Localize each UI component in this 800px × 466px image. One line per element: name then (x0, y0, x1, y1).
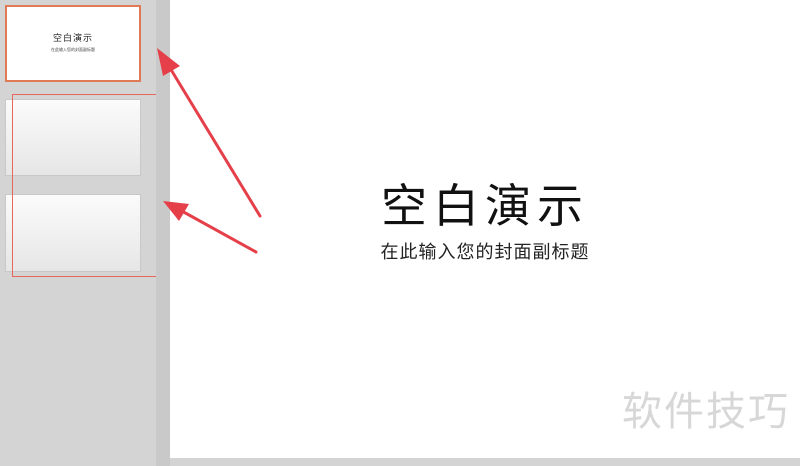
thumbnail-1-title: 空白演示 (52, 34, 93, 44)
pane-splitter[interactable] (156, 0, 170, 466)
watermark-text: 软件技巧 (622, 389, 790, 435)
thumbnail-1-subtitle: 在此输入您的封面副标题 (51, 47, 95, 52)
slide-subtitle[interactable]: 在此输入您的封面副标题 (170, 241, 800, 265)
annotation-highlight-box (12, 94, 170, 277)
slide-title[interactable]: 空白演示 (170, 178, 800, 234)
slide-thumbnail-1[interactable]: 空白演示 在此输入您的封面副标题 (5, 5, 141, 82)
